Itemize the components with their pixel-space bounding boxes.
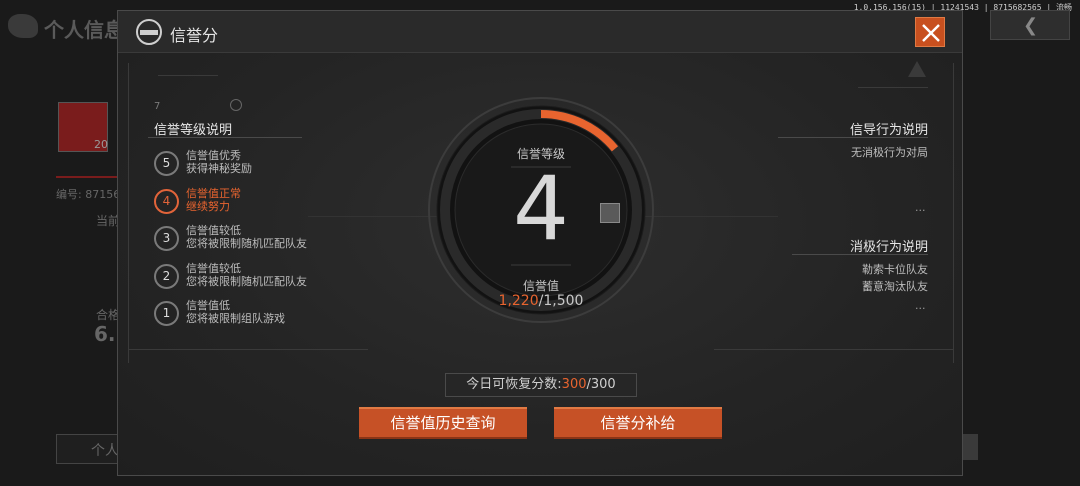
avatar-level: 20 [94, 138, 108, 151]
side-icon[interactable] [962, 434, 978, 460]
close-button[interactable] [915, 17, 945, 47]
frame-line [953, 63, 954, 363]
divider [778, 137, 928, 138]
modal-title: 信誉分 [170, 26, 219, 45]
score-current: 1,220 [498, 293, 539, 309]
level-desc: 获得神秘奖励 [186, 162, 252, 175]
background-header-title: 个人信息 [44, 18, 124, 42]
level-text: 信誉值优秀 获得神秘奖励 [186, 149, 252, 175]
back-button[interactable]: ❮ [990, 10, 1070, 40]
level-text: 信誉值低 您将被限制组队游戏 [186, 299, 285, 325]
level-title: 信誉值较低 [186, 261, 241, 275]
level-badge: 2 [154, 263, 179, 289]
level-item: 5 信誉值优秀 获得神秘奖励 [154, 149, 354, 187]
score-max: 1,500 [543, 293, 584, 309]
level-item: 2 信誉值较低 您将被限制随机匹配队友 [154, 262, 354, 300]
divider [148, 137, 302, 138]
modal-header: 信誉分 [118, 11, 962, 53]
level-badge: 3 [154, 226, 179, 251]
level-badge: 1 [154, 301, 179, 326]
level-desc: 您将被限制随机匹配队友 [186, 237, 307, 250]
recovery-max: 300 [590, 377, 616, 392]
credit-globe-icon [136, 19, 162, 45]
recovery-label: 今日可恢复分数: [466, 377, 562, 392]
negative-behavior-item: 蓄意淘汰队友 [862, 280, 928, 293]
frame-line [714, 349, 954, 350]
level-text: 信誉值较低 您将被限制随机匹配队友 [186, 224, 307, 250]
divider [792, 254, 928, 255]
level-desc: 继续努力 [186, 199, 230, 213]
level-title: 信誉值低 [186, 299, 230, 312]
rank-badge-icon[interactable] [600, 203, 620, 223]
personal-button[interactable]: 个人 [56, 434, 122, 464]
credit-level-value: 4 [513, 157, 569, 260]
recovery-current: 300 [561, 377, 587, 392]
personal-label: 个人 [91, 443, 119, 459]
level-badge: 4 [154, 188, 179, 214]
level-badge: 5 [154, 151, 179, 176]
level-text: 信誉值较低 您将被限制随机匹配队友 [186, 262, 307, 288]
credit-supply-button[interactable]: 信誉分补给 [554, 407, 722, 439]
level-title: 信誉值优秀 [186, 149, 241, 162]
negative-behavior-item: 勒索卡位队友 [862, 263, 928, 276]
credit-gauge: 信誉等级 4 信誉值 1,220/1,500 [426, 95, 656, 325]
frame-line [128, 349, 368, 350]
daily-recovery: 今日可恢复分数:300/300 [445, 373, 637, 397]
close-icon [922, 24, 940, 42]
frame-line [858, 87, 928, 88]
frame-line [158, 75, 218, 76]
credit-score-modal: 信誉分 7 信誉等级说明 5 信誉值优秀 获得神秘奖励 4 信誉值正常 继续努力 [117, 10, 963, 476]
level-list: 5 信誉值优秀 获得神秘奖励 4 信誉值正常 继续努力 3 信誉值较低 您将被限… [154, 149, 354, 337]
level-desc: 您将被限制组队游戏 [186, 312, 285, 325]
frame-line [128, 63, 129, 363]
level-item: 3 信誉值较低 您将被限制随机匹配队友 [154, 224, 354, 262]
guide-behavior-title: 信导行为说明 [849, 123, 928, 138]
warning-icon [908, 61, 926, 77]
guide-more[interactable]: ... [915, 201, 926, 214]
level-item-active: 4 信誉值正常 继续努力 [154, 187, 354, 225]
globe-icon [8, 14, 38, 38]
credit-score-value: 1,220/1,500 [426, 293, 656, 309]
divider [56, 176, 120, 178]
history-query-button[interactable]: 信誉值历史查询 [359, 407, 527, 439]
level-text: 信誉值正常 继续努力 [186, 187, 241, 213]
crosshair-icon [230, 99, 242, 111]
guide-behavior-item: 无消极行为对局 [851, 146, 928, 159]
level-title: 信誉值较低 [186, 224, 241, 237]
credit-score-label: 信誉值 [522, 279, 559, 293]
negative-more[interactable]: ... [915, 299, 926, 312]
level-desc: 您将被限制随机匹配队友 [186, 274, 307, 288]
chevron-left-icon: ❮ [1023, 15, 1039, 36]
level-item: 1 信誉值低 您将被限制组队游戏 [154, 299, 354, 337]
negative-behavior-title: 消极行为说明 [849, 240, 928, 255]
level-title: 信誉值正常 [186, 186, 241, 200]
left-small-number: 7 [154, 101, 161, 112]
credit-level-title: 信誉等级说明 [154, 123, 233, 138]
